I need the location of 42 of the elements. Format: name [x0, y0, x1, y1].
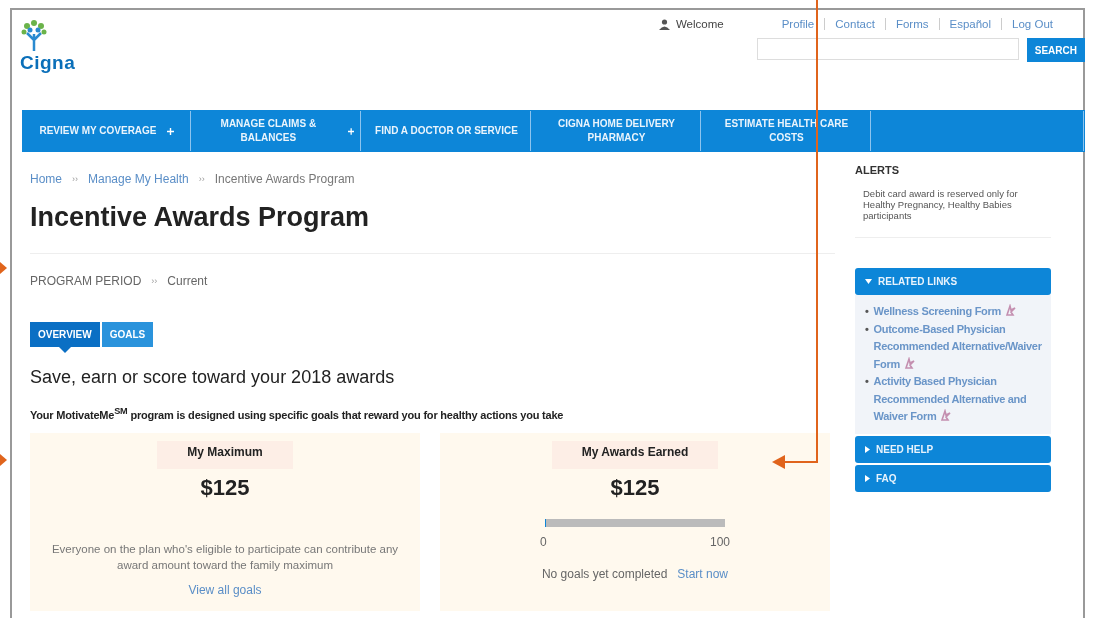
- amount-text: $125: [200, 474, 250, 501]
- related-link[interactable]: Wellness Screening Form: [873, 303, 1016, 321]
- card-title: My Awards Earned: [551, 440, 719, 469]
- breadcrumb-separator-icon: ››: [72, 174, 78, 184]
- alerts-title: ALERTS: [855, 164, 900, 176]
- scale-label: 100: [709, 534, 730, 549]
- header-link[interactable]: Log Out: [1001, 18, 1063, 30]
- amount-text: $125: [610, 474, 660, 501]
- search-button[interactable]: SEARCH: [1026, 38, 1085, 62]
- breadcrumb-link[interactable]: Home: [30, 172, 62, 186]
- breadcrumb-current: Incentive Awards Program: [214, 172, 355, 186]
- logo-text[interactable]: Cigna: [20, 52, 76, 74]
- tab[interactable]: OVERVIEW: [30, 322, 100, 347]
- note-text: Everyone on the plan who's eligible to participate can contribute any award amount toward the family maximum: [50, 541, 400, 573]
- alert-text: Debit card award is reserved only for Healthy Pregnancy, Healthy Babies participants: [855, 176, 1051, 238]
- period-value: Current: [167, 274, 208, 288]
- breadcrumb-link[interactable]: Manage My Health: [88, 172, 189, 186]
- section-heading: Save, earn or score toward your 2018 awards: [30, 367, 396, 388]
- bullet-icon: •: [865, 303, 869, 321]
- header-link[interactable]: Contact: [824, 18, 885, 30]
- header-link[interactable]: Español: [938, 18, 1002, 30]
- bullet-icon: •: [865, 320, 869, 373]
- card-title: My Maximum: [157, 440, 293, 469]
- period-label: PROGRAM PERIOD: [30, 274, 142, 288]
- separator-icon: ››: [151, 276, 158, 286]
- bullet-icon: •: [865, 373, 869, 426]
- intro-text: Your MotivateMe$^{SM}$ program is designed using specific goals that reward you for healthy actions you take: [30, 406, 565, 421]
- status-text: No goals yet completed: [541, 566, 668, 581]
- accordion-header[interactable]: NEED HELP: [855, 435, 1051, 463]
- header-link[interactable]: Forms: [884, 18, 939, 30]
- related-link[interactable]: Activity Based Physician Recommended Alternative and Waiver Form: [873, 373, 1043, 426]
- related-link[interactable]: Outcome-Based Physician Recommended Alternative/Waiver Form: [873, 320, 1043, 373]
- accordion-header[interactable]: RELATED LINKS: [855, 268, 1051, 295]
- header-link[interactable]: Profile: [771, 18, 825, 30]
- tab[interactable]: GOALS: [101, 322, 154, 347]
- welcome-text: Welcome: [675, 18, 724, 30]
- accordion-header[interactable]: FAQ: [855, 464, 1051, 492]
- page-title: Incentive Awards Program: [30, 202, 835, 254]
- breadcrumb-separator-icon: ››: [198, 174, 205, 184]
- scale-label: 0: [540, 534, 547, 549]
- view-goals-link[interactable]: View all goals: [188, 582, 262, 597]
- start-now-link[interactable]: Start now: [677, 566, 729, 581]
